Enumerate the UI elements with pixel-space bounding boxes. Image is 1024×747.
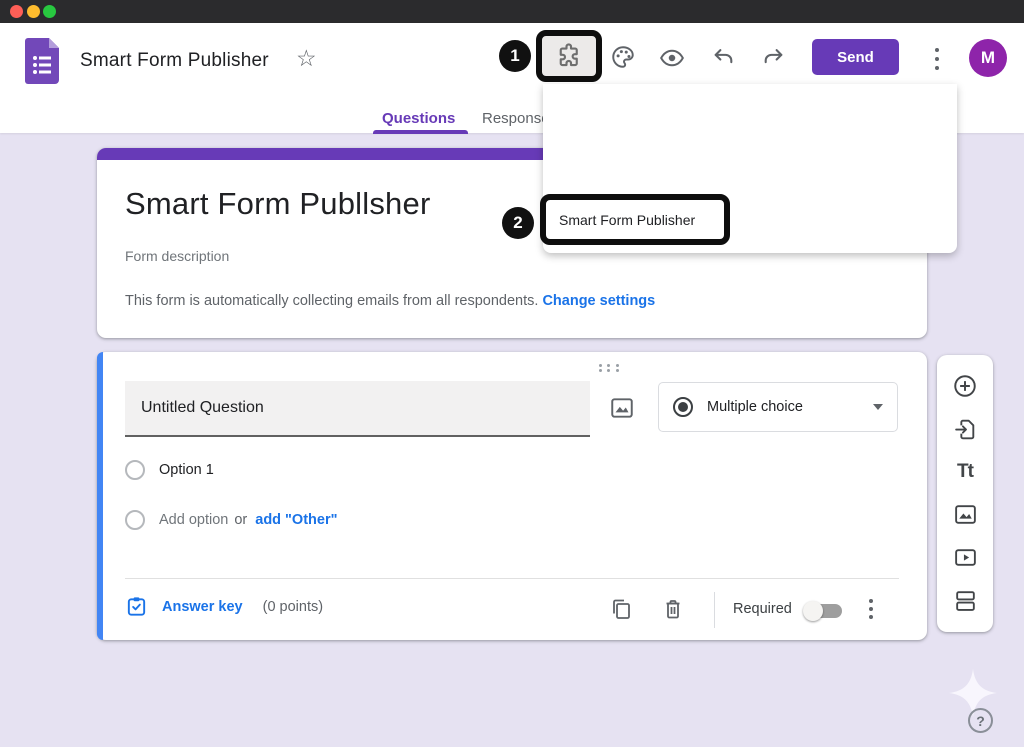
form-side-toolbar: Tt	[937, 355, 993, 632]
addons-highlight-box[interactable]	[536, 30, 602, 82]
form-title[interactable]: Smart Form Publlsher	[125, 186, 430, 222]
add-option-label[interactable]: Add option	[159, 512, 228, 528]
help-icon[interactable]: ?	[968, 708, 993, 733]
answer-key-button[interactable]: Answer key (0 points)	[125, 595, 323, 618]
add-question-icon[interactable]	[952, 373, 978, 399]
delete-icon[interactable]	[661, 597, 685, 621]
question-title-input[interactable]	[125, 381, 590, 437]
add-option-radio-icon	[125, 510, 145, 530]
account-avatar[interactable]: M	[969, 39, 1007, 77]
email-collection-notice: This form is automatically collecting em…	[125, 293, 655, 309]
minimize-window-button[interactable]	[27, 5, 40, 18]
option-radio-icon[interactable]	[125, 460, 145, 480]
question-footer-divider	[125, 578, 899, 579]
google-forms-logo-icon[interactable]	[25, 38, 59, 84]
tab-questions[interactable]: Questions	[382, 110, 455, 127]
form-title-header[interactable]: Smart Form Publisher	[80, 50, 269, 72]
duplicate-icon[interactable]	[609, 597, 633, 621]
option-row-1[interactable]: Option 1	[125, 460, 214, 480]
option-1-label[interactable]: Option 1	[159, 462, 214, 478]
addon-menu-item-highlighted[interactable]: Smart Form Publisher	[540, 194, 730, 245]
add-section-icon[interactable]	[952, 588, 978, 614]
question-card[interactable]: Multiple choice Option 1 Add option or a…	[97, 352, 927, 640]
or-label: or	[234, 512, 247, 528]
answer-key-label: Answer key	[162, 599, 243, 615]
window-titlebar	[0, 0, 1024, 23]
zoom-window-button[interactable]	[43, 5, 56, 18]
chevron-down-icon	[873, 404, 883, 410]
step-2-badge: 2	[502, 207, 534, 239]
redo-icon[interactable]	[761, 46, 787, 72]
add-video-icon[interactable]	[952, 545, 978, 571]
question-type-label: Multiple choice	[707, 399, 873, 415]
email-notice-text: This form is automatically collecting em…	[125, 293, 538, 309]
addons-puzzle-icon[interactable]	[554, 41, 584, 71]
change-settings-link[interactable]: Change settings	[542, 293, 655, 309]
toggle-knob	[803, 601, 823, 621]
addon-menu-item-label[interactable]: Smart Form Publisher	[559, 212, 695, 228]
add-other-link[interactable]: add "Other"	[255, 512, 337, 528]
preview-eye-icon[interactable]	[659, 45, 685, 71]
theme-palette-icon[interactable]	[610, 44, 636, 70]
question-type-dropdown[interactable]: Multiple choice	[658, 382, 898, 432]
add-question-image-icon[interactable]	[609, 395, 635, 421]
form-description[interactable]: Form description	[125, 248, 229, 264]
question-more-options-icon[interactable]	[866, 596, 876, 622]
star-icon[interactable]: ☆	[296, 47, 317, 70]
screen: Smart Form Publisher ☆	[0, 0, 1024, 747]
add-option-row[interactable]: Add option or add "Other"	[125, 510, 337, 530]
undo-icon[interactable]	[711, 46, 737, 72]
add-title-description-icon[interactable]: Tt	[952, 459, 978, 485]
close-window-button[interactable]	[10, 5, 23, 18]
more-options-icon[interactable]	[931, 45, 943, 73]
drag-handle-icon[interactable]	[596, 363, 622, 373]
import-questions-icon[interactable]	[952, 416, 978, 442]
active-question-indicator	[97, 352, 103, 640]
send-button[interactable]: Send	[812, 39, 899, 75]
multiple-choice-icon	[673, 397, 693, 417]
required-label: Required	[733, 601, 792, 617]
footer-divider-vertical	[714, 592, 715, 628]
points-label: (0 points)	[263, 599, 323, 615]
active-tab-underline	[373, 130, 468, 134]
add-image-icon[interactable]	[952, 502, 978, 528]
required-toggle[interactable]	[806, 604, 842, 618]
answer-key-icon	[125, 595, 148, 618]
step-1-badge: 1	[499, 40, 531, 72]
